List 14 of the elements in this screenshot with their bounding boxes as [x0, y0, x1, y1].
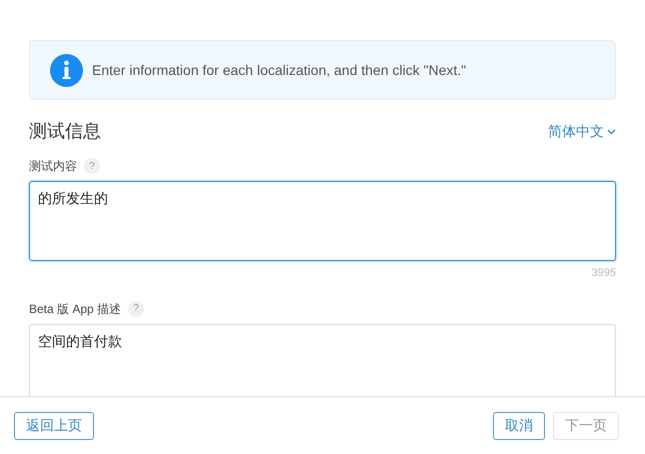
help-badge[interactable]: ? — [128, 300, 144, 316]
info-text: Enter information for each localization, and then click "Next." — [92, 60, 466, 80]
text-area[interactable]: 空间的首付款 — [29, 324, 616, 396]
footer-button[interactable]: 取消 — [493, 412, 545, 440]
text-area[interactable]: 的所发生的 — [29, 181, 616, 261]
back-button[interactable]: 返回上页 — [14, 412, 94, 440]
character-counter: 3995 — [592, 266, 616, 281]
field-label: 测试内容 — [29, 158, 77, 175]
section-title: 测试信息 — [29, 120, 101, 143]
language-selector[interactable]: 简体中文 — [548, 121, 616, 142]
chevron-down-icon — [607, 128, 616, 134]
info-icon — [50, 54, 83, 86]
field-label: Beta 版 App 描述 — [29, 300, 122, 318]
help-badge[interactable]: ? — [84, 158, 100, 174]
